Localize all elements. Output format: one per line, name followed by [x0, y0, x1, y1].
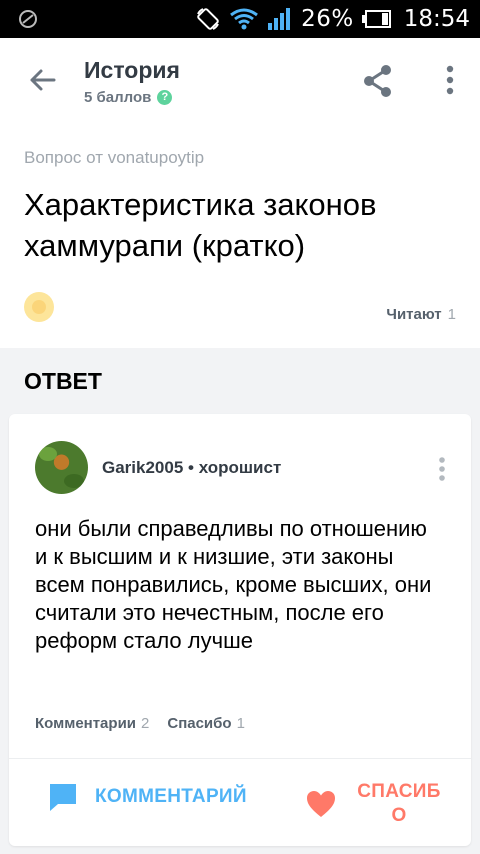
question-section: Вопрос от vonatupoytip Характеристика за…	[0, 126, 480, 348]
question-author[interactable]: Вопрос от vonatupoytip	[24, 148, 204, 168]
answer-card: Garik2005 • хорошист они были справедлив…	[9, 414, 471, 846]
rotate-icon	[197, 8, 219, 30]
app-notification-icon	[19, 10, 37, 28]
more-options-button[interactable]	[438, 64, 462, 98]
comments-link[interactable]: Комментарии 2	[35, 715, 149, 732]
avatar[interactable]	[35, 441, 88, 494]
comment-button[interactable]: КОММЕНТАРИЙ	[47, 774, 247, 820]
battery-percent: 26%	[301, 6, 354, 32]
wifi-icon	[230, 8, 258, 30]
answer-text: они были справедливы по отношению и к вы…	[35, 516, 432, 653]
signal-icon	[268, 8, 291, 30]
points-text: 5 баллов	[84, 89, 152, 106]
answer-options-button[interactable]	[434, 456, 450, 482]
more-vertical-icon	[446, 65, 454, 95]
back-button[interactable]	[24, 62, 60, 98]
status-bar: 26% 18:54	[0, 0, 480, 38]
thanks-button[interactable]: СПАСИБО	[305, 774, 445, 834]
clock: 18:54	[403, 6, 470, 32]
readers-count: Читают 1	[386, 306, 456, 323]
username: Garik2005	[102, 458, 184, 477]
comment-icon	[50, 784, 76, 811]
points-label: 5 баллов ?	[84, 89, 173, 106]
comments-label: Комментарии	[35, 715, 137, 732]
avatar-image-part	[64, 474, 84, 488]
help-icon[interactable]: ?	[157, 90, 173, 105]
heart-icon	[307, 791, 335, 817]
subject-title: История	[84, 57, 180, 83]
battery-icon	[361, 10, 391, 28]
back-arrow-icon	[30, 69, 56, 91]
share-icon	[364, 65, 391, 97]
thanks-label: Спасибо	[167, 715, 232, 732]
thanks-link[interactable]: Спасибо 1	[167, 715, 245, 732]
more-vertical-icon	[439, 457, 445, 481]
readers-number: 1	[447, 306, 456, 323]
rank-separator: •	[183, 458, 199, 477]
share-button[interactable]	[362, 64, 394, 98]
thanks-count: 1	[236, 715, 245, 732]
reader-avatar	[24, 292, 54, 322]
answer-author[interactable]: Garik2005 • хорошист	[102, 458, 281, 478]
comments-count: 2	[141, 715, 150, 732]
answer-heading: ОТВЕТ	[24, 368, 102, 394]
answer-meta: Комментарии 2 Спасибо 1	[35, 715, 245, 732]
app-bar: История 5 баллов ?	[0, 38, 480, 126]
thanks-button-label: СПАСИБО	[357, 781, 441, 826]
question-title: Характеристика законов хаммурапи (кратко…	[24, 187, 377, 263]
readers-label: Читают	[386, 306, 442, 323]
user-rank: хорошист	[198, 458, 282, 477]
divider	[9, 758, 471, 759]
comment-button-label: КОММЕНТАРИЙ	[95, 786, 247, 807]
avatar-image-part	[39, 447, 57, 461]
